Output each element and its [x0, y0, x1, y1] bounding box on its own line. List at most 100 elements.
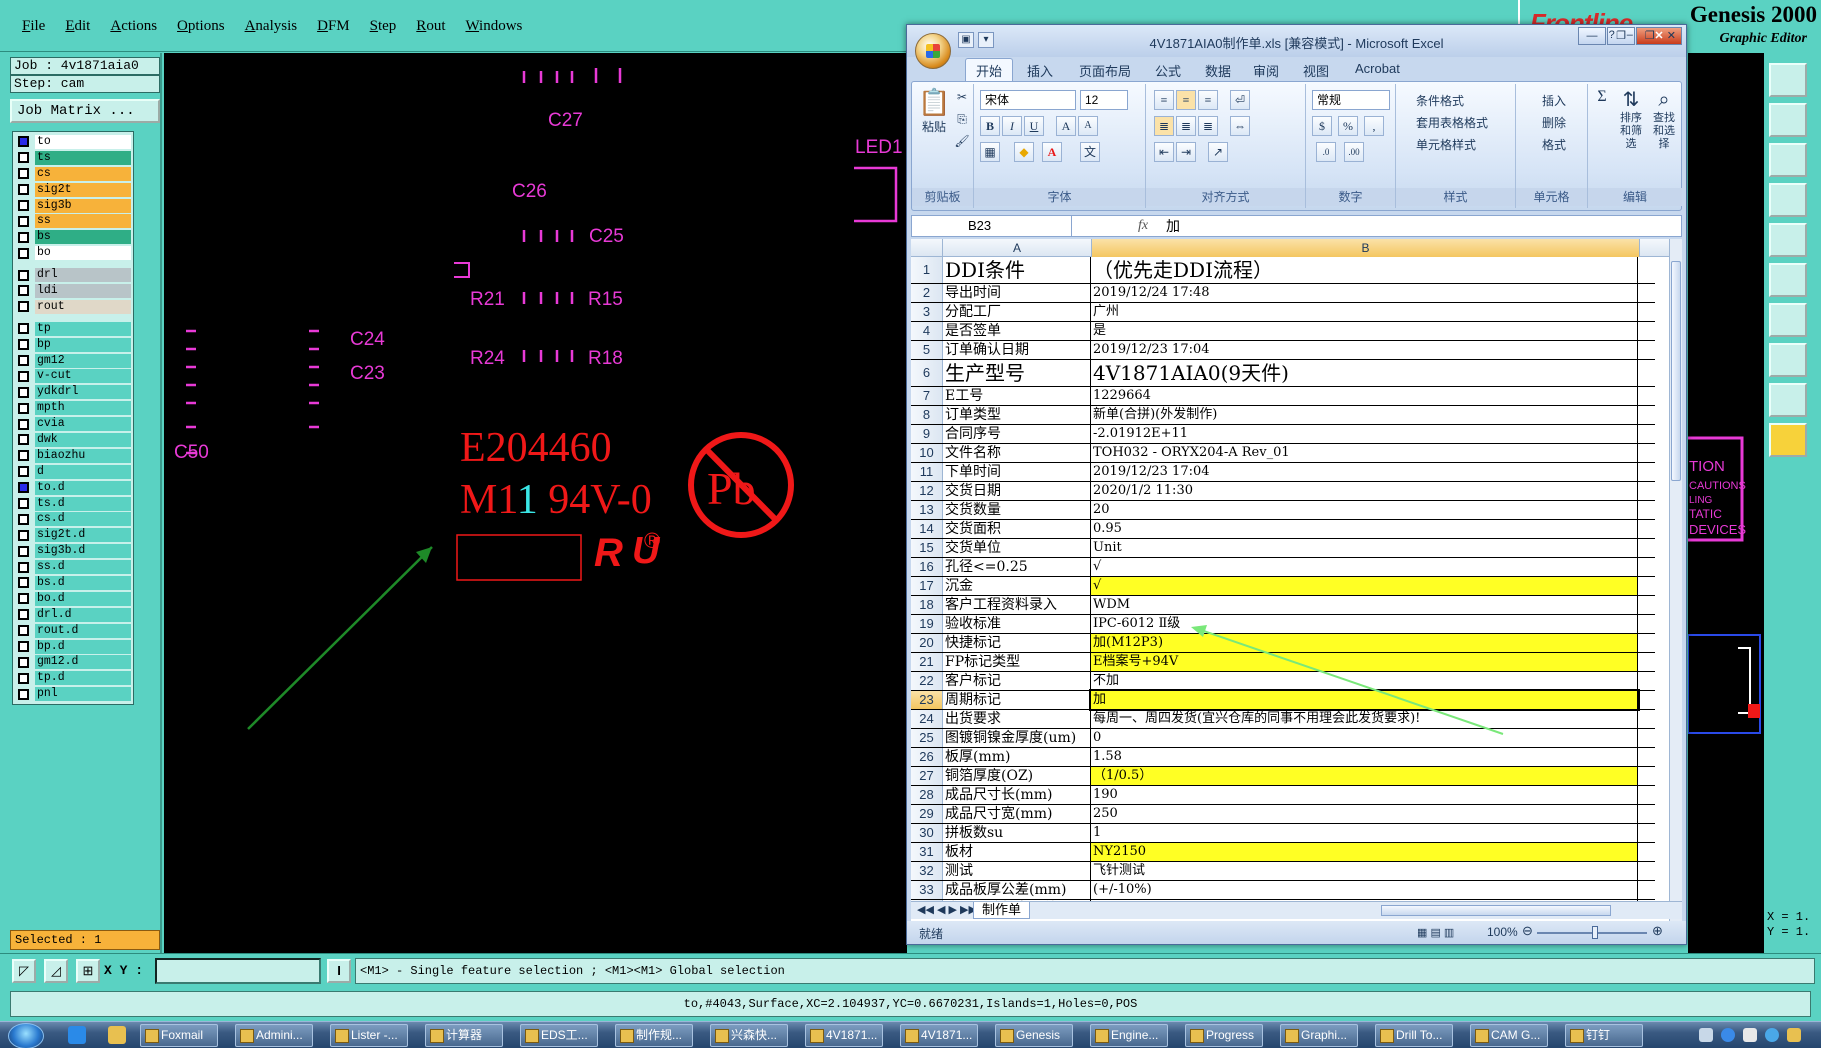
- align-middle-icon[interactable]: ≡: [1176, 90, 1196, 110]
- cell-b[interactable]: 2020/1/2 11:30: [1091, 482, 1638, 500]
- row-header[interactable]: 10: [911, 444, 943, 462]
- layer-name[interactable]: drl: [35, 268, 131, 283]
- cell-b[interactable]: 加(M12P3): [1091, 634, 1638, 652]
- comma-icon[interactable]: ,: [1364, 116, 1384, 136]
- table-row[interactable]: 33 成品板厚公差(mm) (+/-10%): [911, 881, 1655, 900]
- layer-checkbox[interactable]: [18, 418, 29, 430]
- start-button[interactable]: [8, 1023, 44, 1048]
- row-header[interactable]: 11: [911, 463, 943, 481]
- row-header[interactable]: 30: [911, 824, 943, 842]
- layer-checkbox[interactable]: [18, 561, 29, 573]
- cell-style-button[interactable]: 单元格样式: [1416, 136, 1476, 153]
- cell-a[interactable]: DDI条件: [943, 257, 1091, 283]
- cell-a[interactable]: 交货面积: [943, 520, 1091, 538]
- layer-name[interactable]: sig3b.d: [35, 544, 131, 559]
- measure-icon[interactable]: ◿: [44, 959, 68, 983]
- decrease-decimal-icon[interactable]: .00: [1344, 142, 1364, 162]
- find-select-button[interactable]: ⌕ 查找和选择: [1648, 88, 1680, 151]
- layer-checkbox[interactable]: [18, 625, 29, 637]
- row-header[interactable]: 20: [911, 634, 943, 652]
- cell-a[interactable]: 交货日期: [943, 482, 1091, 500]
- row-header[interactable]: 28: [911, 786, 943, 804]
- ribbon-tab-3[interactable]: 公式: [1155, 61, 1181, 80]
- layer-row-bs[interactable]: bs: [15, 229, 131, 245]
- layer-row-ydkdrl[interactable]: ydkdrl: [15, 384, 131, 400]
- table-row[interactable]: 30 拼板数su 1: [911, 824, 1655, 843]
- wrap-text-icon[interactable]: ⏎: [1230, 90, 1250, 110]
- font-size-select[interactable]: 12: [1080, 90, 1128, 110]
- layer-name[interactable]: bp: [35, 337, 131, 352]
- taskbar-item[interactable]: Engine...: [1090, 1024, 1168, 1047]
- cell-b[interactable]: √: [1091, 577, 1638, 595]
- layer-row-drl[interactable]: drl: [15, 267, 131, 283]
- layer-row-tp.d[interactable]: tp.d: [15, 670, 131, 686]
- layer-row-rout[interactable]: rout: [15, 299, 131, 315]
- layer-checkbox[interactable]: [18, 136, 29, 148]
- layer-row-sig3b.d[interactable]: sig3b.d: [15, 543, 131, 559]
- row-header[interactable]: 22: [911, 672, 943, 690]
- help-icon[interactable]: ?: [1609, 29, 1615, 42]
- layer-checkbox[interactable]: [18, 184, 29, 196]
- sheet-tab-zhizuodan[interactable]: 制作单: [973, 902, 1031, 919]
- layer-checkbox[interactable]: [18, 529, 29, 541]
- table-row[interactable]: 13 交货数量 20: [911, 501, 1655, 520]
- view-mode-icons[interactable]: ▦ ▤ ▥: [1417, 926, 1454, 939]
- table-row[interactable]: 15 交货单位 Unit: [911, 539, 1655, 558]
- layer-checkbox[interactable]: [18, 215, 29, 227]
- layer-checkbox[interactable]: [18, 152, 29, 164]
- table-row[interactable]: 24 出货要求 每周一、周四发货(宜兴仓库的同事不用理会此发货要求)!: [911, 710, 1655, 729]
- menu-windows[interactable]: Windows: [455, 16, 532, 37]
- select-all-corner[interactable]: [911, 239, 943, 257]
- cell-a[interactable]: 下单时间: [943, 463, 1091, 481]
- row-header[interactable]: 18: [911, 596, 943, 614]
- info-icon[interactable]: I: [327, 959, 351, 983]
- table-row[interactable]: 16 孔径<=0.25 √: [911, 558, 1655, 577]
- menu-edit[interactable]: Edit: [55, 16, 100, 37]
- layer-name[interactable]: dwk: [35, 432, 131, 447]
- cell-a[interactable]: 周期标记: [943, 691, 1091, 709]
- layer-name[interactable]: bs: [35, 230, 131, 245]
- cell-b[interactable]: 2019/12/23 17:04: [1091, 341, 1638, 359]
- cell-a[interactable]: 快捷标记: [943, 634, 1091, 652]
- cell-a[interactable]: 板材: [943, 843, 1091, 861]
- layer-name[interactable]: bs.d: [35, 575, 131, 590]
- grid-icon[interactable]: ⊞: [76, 959, 100, 983]
- vertical-scroll-thumb[interactable]: [1671, 261, 1681, 481]
- cell-b[interactable]: 1229664: [1091, 387, 1638, 405]
- layer-checkbox[interactable]: [18, 593, 29, 605]
- sort-filter-button[interactable]: ⇅ 排序和筛选: [1616, 88, 1646, 151]
- layer-name[interactable]: cs.d: [35, 512, 131, 527]
- zoom-fit-icon[interactable]: [1769, 143, 1807, 177]
- tray-app-icon[interactable]: [1787, 1028, 1801, 1042]
- layer-name[interactable]: v-cut: [35, 369, 131, 384]
- cell-b[interactable]: 每周一、周四发货(宜兴仓库的同事不用理会此发货要求)!: [1091, 710, 1638, 728]
- layer-checkbox[interactable]: [18, 545, 29, 557]
- layer-row-v-cut[interactable]: v-cut: [15, 368, 131, 384]
- align-bottom-icon[interactable]: ≡: [1198, 90, 1218, 110]
- cell-b[interactable]: 1: [1091, 824, 1638, 842]
- cell-b[interactable]: √: [1091, 558, 1638, 576]
- menu-options[interactable]: Options: [167, 16, 235, 37]
- menu-rout[interactable]: Rout: [406, 16, 455, 37]
- cell-a[interactable]: 是否签单: [943, 322, 1091, 340]
- delete-cells-button[interactable]: 删除: [1542, 114, 1566, 131]
- table-row[interactable]: 10 文件名称 TOH032 - ORYX204-A Rev_01: [911, 444, 1655, 463]
- italic-icon[interactable]: I: [1002, 116, 1022, 136]
- menu-step[interactable]: Step: [360, 16, 407, 37]
- layer-row-cs[interactable]: cs: [15, 166, 131, 182]
- pointer-icon[interactable]: [1769, 423, 1807, 457]
- layer-name[interactable]: cvia: [35, 417, 131, 432]
- grow-font-icon[interactable]: A: [1056, 116, 1076, 136]
- column-header-b[interactable]: B: [1092, 239, 1640, 257]
- table-row[interactable]: 8 订单类型 新单(合拼)(外发制作): [911, 406, 1655, 425]
- row-header[interactable]: 25: [911, 729, 943, 747]
- percent-icon[interactable]: %: [1338, 116, 1358, 136]
- row-header[interactable]: 12: [911, 482, 943, 500]
- job-matrix-button[interactable]: Job Matrix ...: [10, 99, 160, 123]
- layer-checkbox[interactable]: [18, 269, 29, 281]
- tray-network-icon[interactable]: [1765, 1028, 1779, 1042]
- layer-name[interactable]: bp.d: [35, 639, 131, 654]
- layer-row-d[interactable]: d: [15, 464, 131, 480]
- explorer-icon[interactable]: [108, 1026, 126, 1044]
- layer-name[interactable]: ss.d: [35, 560, 131, 575]
